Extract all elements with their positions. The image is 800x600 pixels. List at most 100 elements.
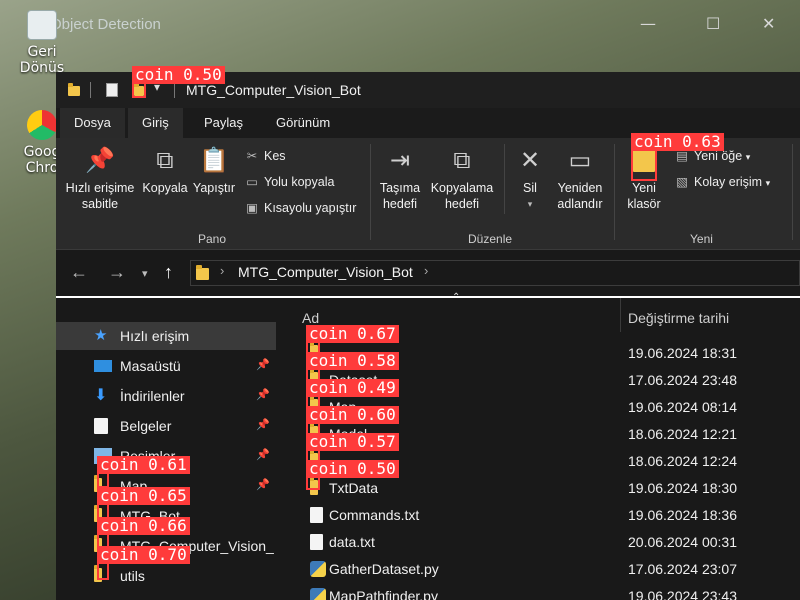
- tab-file[interactable]: Dosya: [60, 108, 125, 138]
- address-path[interactable]: MTG_Computer_Vision_Bot: [238, 264, 413, 280]
- tab-home[interactable]: Giriş: [128, 108, 183, 138]
- divider: [614, 144, 615, 240]
- paste-shortcut-button[interactable]: ▣ Kısayolu yapıştır: [244, 200, 356, 216]
- folder-icon: [310, 396, 318, 414]
- nav-item-downloads[interactable]: ⬇ İndirilenler 📌: [56, 382, 276, 410]
- pin-icon[interactable]: 📌: [256, 358, 270, 371]
- file-name: GatherDataset.py: [329, 561, 439, 577]
- new-item-button[interactable]: ▤ Yeni öğe ▾: [674, 148, 750, 165]
- move-to-button[interactable]: ⇥ Taşıma hedefi: [374, 146, 426, 212]
- python-file-icon: [310, 588, 326, 600]
- file-name: data.txt: [329, 534, 375, 550]
- nav-item-quick-access[interactable]: ★ Hızlı erişim: [56, 322, 276, 350]
- file-row[interactable]: Dataset 17.06.2024 23:48: [276, 367, 800, 394]
- window-title: MTG_Computer_Vision_Bot: [186, 82, 361, 98]
- column-divider[interactable]: [620, 298, 621, 332]
- tab-share[interactable]: Paylaş: [190, 108, 257, 138]
- customize-toolbar-icon[interactable]: ▾: [154, 80, 160, 94]
- file-date: 20.06.2024 00:31: [628, 534, 737, 550]
- pin-icon[interactable]: 📌: [256, 478, 270, 491]
- file-row[interactable]: GatherDataset.py 17.06.2024 23:07: [276, 556, 800, 583]
- dropdown-arrow-icon: ▾: [765, 178, 771, 188]
- rename-button[interactable]: ▭ Yeniden adlandır: [552, 146, 608, 212]
- pin-icon[interactable]: 📌: [256, 388, 270, 401]
- nav-item-label: Belgeler: [120, 418, 172, 434]
- button-label: Kes: [264, 149, 286, 163]
- file-name: Commands.txt: [329, 507, 420, 523]
- easy-access-button[interactable]: ▧ Kolay erişim ▾: [674, 174, 770, 191]
- pin-icon: 📌: [85, 147, 115, 174]
- pin-quick-access-button[interactable]: 📌 Hızlı erişime sabitle: [62, 146, 138, 212]
- nav-item-label: utils: [120, 568, 145, 584]
- rename-icon: ▭: [568, 147, 592, 174]
- pin-icon[interactable]: 📌: [256, 418, 270, 431]
- file-row[interactable]: Map 19.06.2024 08:14: [276, 394, 800, 421]
- dropdown-arrow-icon: ▾: [527, 199, 533, 209]
- properties-icon[interactable]: [106, 83, 118, 97]
- easy-access-icon: ▧: [676, 175, 688, 189]
- folder-icon: [196, 265, 209, 280]
- file-date: 19.06.2024 18:30: [628, 480, 737, 496]
- file-row[interactable]: MapPathfinder.py 19.06.2024 23:43: [276, 583, 800, 600]
- copy-path-button[interactable]: ▭ Yolu kopyala: [244, 174, 334, 190]
- nav-item-mtg-computer-vision[interactable]: MTG_Computer_Vision_: [56, 532, 276, 560]
- button-label: Yeniden adlandır: [557, 181, 603, 211]
- new-folder-quick-icon[interactable]: [134, 83, 144, 96]
- column-header-name[interactable]: Ad: [302, 310, 319, 326]
- desktop-icon-label: Geri: [27, 44, 57, 60]
- file-date: 18.06.2024 12:24: [628, 453, 737, 469]
- nav-item-map[interactable]: Map 📌: [56, 472, 276, 500]
- up-arrow-icon[interactable]: ↑: [164, 262, 173, 283]
- tab-view[interactable]: Görünüm: [262, 108, 344, 138]
- divider: [174, 82, 175, 98]
- file-row[interactable]: TxtData 19.06.2024 18:30: [276, 475, 800, 502]
- paste-button[interactable]: 📋 Yapıştır: [190, 146, 238, 196]
- file-date: 17.06.2024 23:07: [628, 561, 737, 577]
- nav-item-label: Masaüstü: [120, 358, 181, 374]
- back-arrow-icon[interactable]: ←: [70, 262, 88, 283]
- file-row[interactable]: data.txt 20.06.2024 00:31: [276, 529, 800, 556]
- forward-arrow-icon[interactable]: →: [108, 262, 126, 283]
- close-button[interactable]: ✕: [762, 14, 775, 33]
- paste-shortcut-icon: ▣: [246, 201, 258, 215]
- nav-item-pictures[interactable]: Resimler 📌: [56, 442, 276, 470]
- cut-button[interactable]: ✂ Kes: [244, 148, 286, 164]
- minimize-button[interactable]: —: [640, 14, 656, 33]
- button-label: Yapıştır: [192, 181, 236, 195]
- folder-icon: [94, 505, 102, 522]
- copy-button[interactable]: ⧉ Kopyala: [140, 146, 190, 196]
- address-bar-row: ← → ▾ ↑ › MTG_Computer_Vision_Bot ›: [56, 250, 800, 296]
- maximize-button[interactable]: ☐: [706, 14, 720, 33]
- column-header-modified[interactable]: Değiştirme tarihi: [628, 310, 729, 326]
- pin-icon[interactable]: 📌: [256, 448, 270, 461]
- button-label: Kopyalama hedefi: [430, 181, 494, 211]
- group-label-clipboard: Pano: [198, 232, 227, 246]
- file-row[interactable]: 18.06.2024 12:24: [276, 448, 800, 475]
- copy-to-button[interactable]: ⧉ Kopyalama hedefi: [426, 146, 498, 212]
- breadcrumb-chevron-icon[interactable]: ›: [424, 263, 428, 278]
- file-row[interactable]: Commands.txt 19.06.2024 18:36: [276, 502, 800, 529]
- new-item-icon: ▤: [676, 149, 688, 163]
- desktop-icon-recycle-bin[interactable]: Geri Dönüş: [18, 10, 66, 76]
- clipboard-icon: 📋: [199, 147, 229, 174]
- delete-x-icon: ✕: [519, 147, 541, 174]
- navigation-pane: ★ Hızlı erişim Masaüstü 📌 ⬇ İndirilenler…: [56, 298, 276, 600]
- folder-icon: [94, 565, 102, 582]
- file-row[interactable]: 19.06.2024 18:31: [276, 340, 800, 367]
- nav-item-documents[interactable]: Belgeler 📌: [56, 412, 276, 440]
- star-icon: ★: [94, 327, 108, 344]
- background-window-titlebar: Object Detection — ☐ ✕: [0, 0, 800, 50]
- folder-icon: [310, 477, 318, 495]
- nav-item-mtg-bot[interactable]: MTG_Bot: [56, 502, 276, 530]
- delete-button[interactable]: ✕ Sil ▾: [508, 146, 552, 212]
- breadcrumb-separator-icon: ›: [220, 263, 225, 278]
- folder-icon: [310, 342, 318, 360]
- nav-item-desktop[interactable]: Masaüstü 📌: [56, 352, 276, 380]
- file-row[interactable]: Model 18.06.2024 12:21: [276, 421, 800, 448]
- button-label: Kısayolu yapıştır: [264, 201, 357, 215]
- copy-path-icon: ▭: [246, 175, 258, 189]
- nav-item-label: Hızlı erişim: [120, 328, 190, 344]
- nav-item-utils[interactable]: utils: [56, 562, 276, 590]
- recent-locations-chevron-icon[interactable]: ▾: [142, 267, 148, 280]
- new-folder-button[interactable]: Yeni klasör: [618, 146, 670, 212]
